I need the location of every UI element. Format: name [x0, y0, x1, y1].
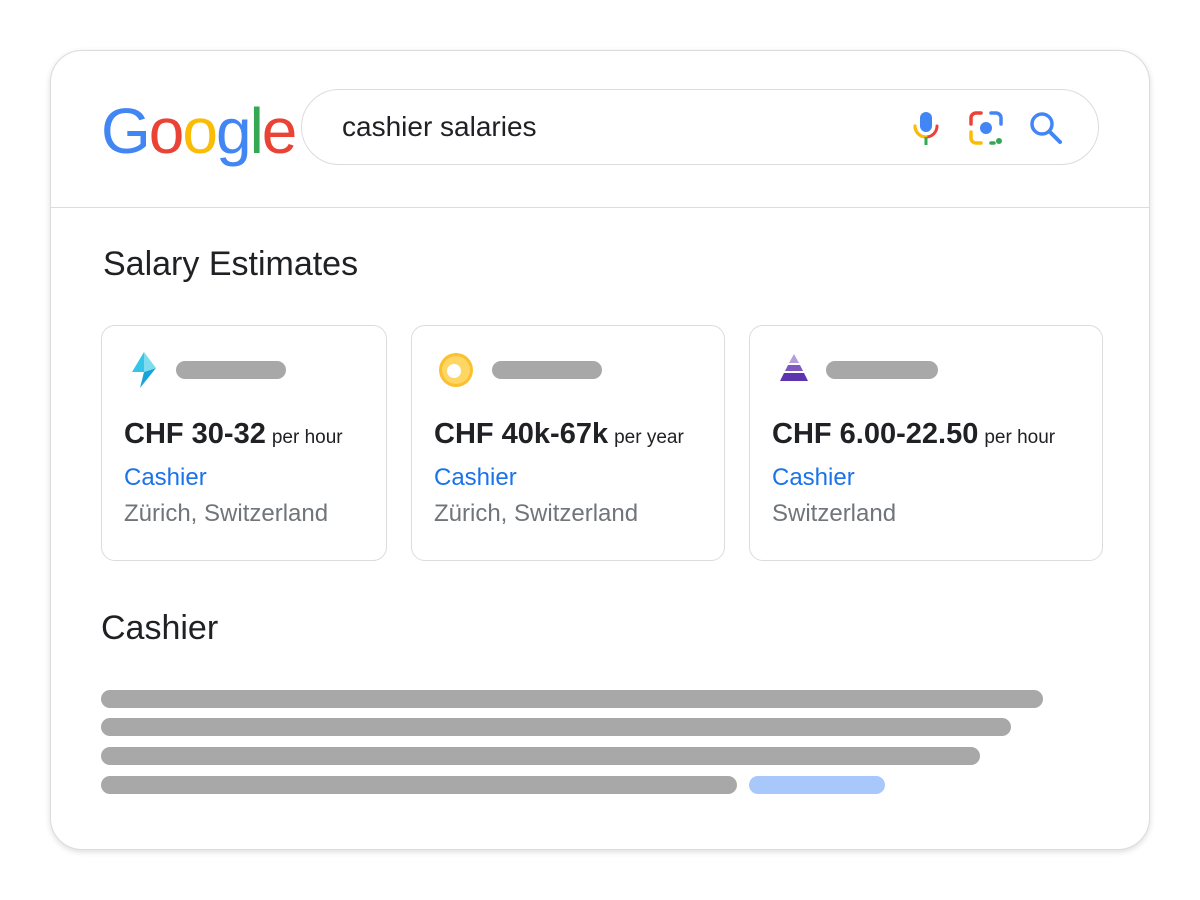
search-header: Google cashier salaries: [51, 51, 1149, 208]
salary-range: CHF 40k-67k: [434, 418, 609, 450]
lightning-bolt-icon: [132, 352, 156, 388]
job-title-link[interactable]: Cashier: [434, 464, 517, 492]
snippet-line-placeholder: [101, 747, 980, 765]
logo-letter-g2: g: [215, 95, 252, 167]
logo-letter-g: G: [101, 95, 151, 167]
salary-card[interactable]: CHF 40k-67k per year Cashier Zürich, Swit…: [411, 325, 725, 561]
snippet-line-placeholder: [101, 776, 737, 794]
salary-amount: CHF 6.00-22.50 per hour: [772, 418, 1055, 451]
salary-unit: per hour: [271, 427, 343, 448]
job-location: Zürich, Switzerland: [434, 500, 639, 527]
search-icon[interactable]: [1026, 108, 1066, 148]
salary-unit: per hour: [984, 427, 1056, 448]
job-title-link[interactable]: Cashier: [124, 464, 207, 492]
company-name-placeholder: [492, 361, 602, 379]
search-results-card: Google cashier salaries Salary Estimates…: [50, 50, 1150, 850]
salary-card[interactable]: CHF 30-32 per hour Cashier Zürich, Switze…: [101, 325, 387, 561]
snippet-link-placeholder[interactable]: [749, 776, 885, 794]
salary-range: CHF 6.00-22.50: [772, 418, 979, 450]
salary-amount: CHF 30-32 per hour: [124, 418, 343, 451]
salary-amount: CHF 40k-67k per year: [434, 418, 684, 451]
snippet-line-placeholder: [101, 718, 1011, 736]
search-input[interactable]: cashier salaries: [342, 90, 862, 163]
google-logo[interactable]: Google: [101, 95, 298, 167]
logo-letter-l: l: [249, 95, 264, 167]
camera-lens-icon[interactable]: [966, 108, 1006, 148]
microphone-icon[interactable]: [906, 108, 946, 148]
salary-unit: per year: [614, 427, 684, 448]
company-name-placeholder: [176, 361, 286, 379]
job-location: Switzerland: [772, 500, 897, 527]
job-title-link[interactable]: Cashier: [772, 464, 855, 492]
company-name-placeholder: [826, 361, 938, 379]
salary-estimates-heading: Salary Estimates: [103, 245, 359, 283]
result-title[interactable]: Cashier: [101, 609, 218, 648]
logo-letter-o1: o: [148, 95, 185, 167]
salary-range: CHF 30-32: [124, 418, 266, 450]
snippet-line-placeholder: [101, 690, 1043, 708]
pyramid-icon: [780, 354, 808, 381]
ring-logo-icon: [439, 353, 473, 387]
logo-letter-e: e: [261, 95, 298, 167]
salary-card[interactable]: CHF 6.00-22.50 per hour Cashier Switzerla…: [749, 325, 1103, 561]
logo-letter-o2: o: [182, 95, 218, 167]
search-box[interactable]: cashier salaries: [301, 89, 1099, 165]
job-location: Zürich, Switzerland: [124, 500, 329, 527]
